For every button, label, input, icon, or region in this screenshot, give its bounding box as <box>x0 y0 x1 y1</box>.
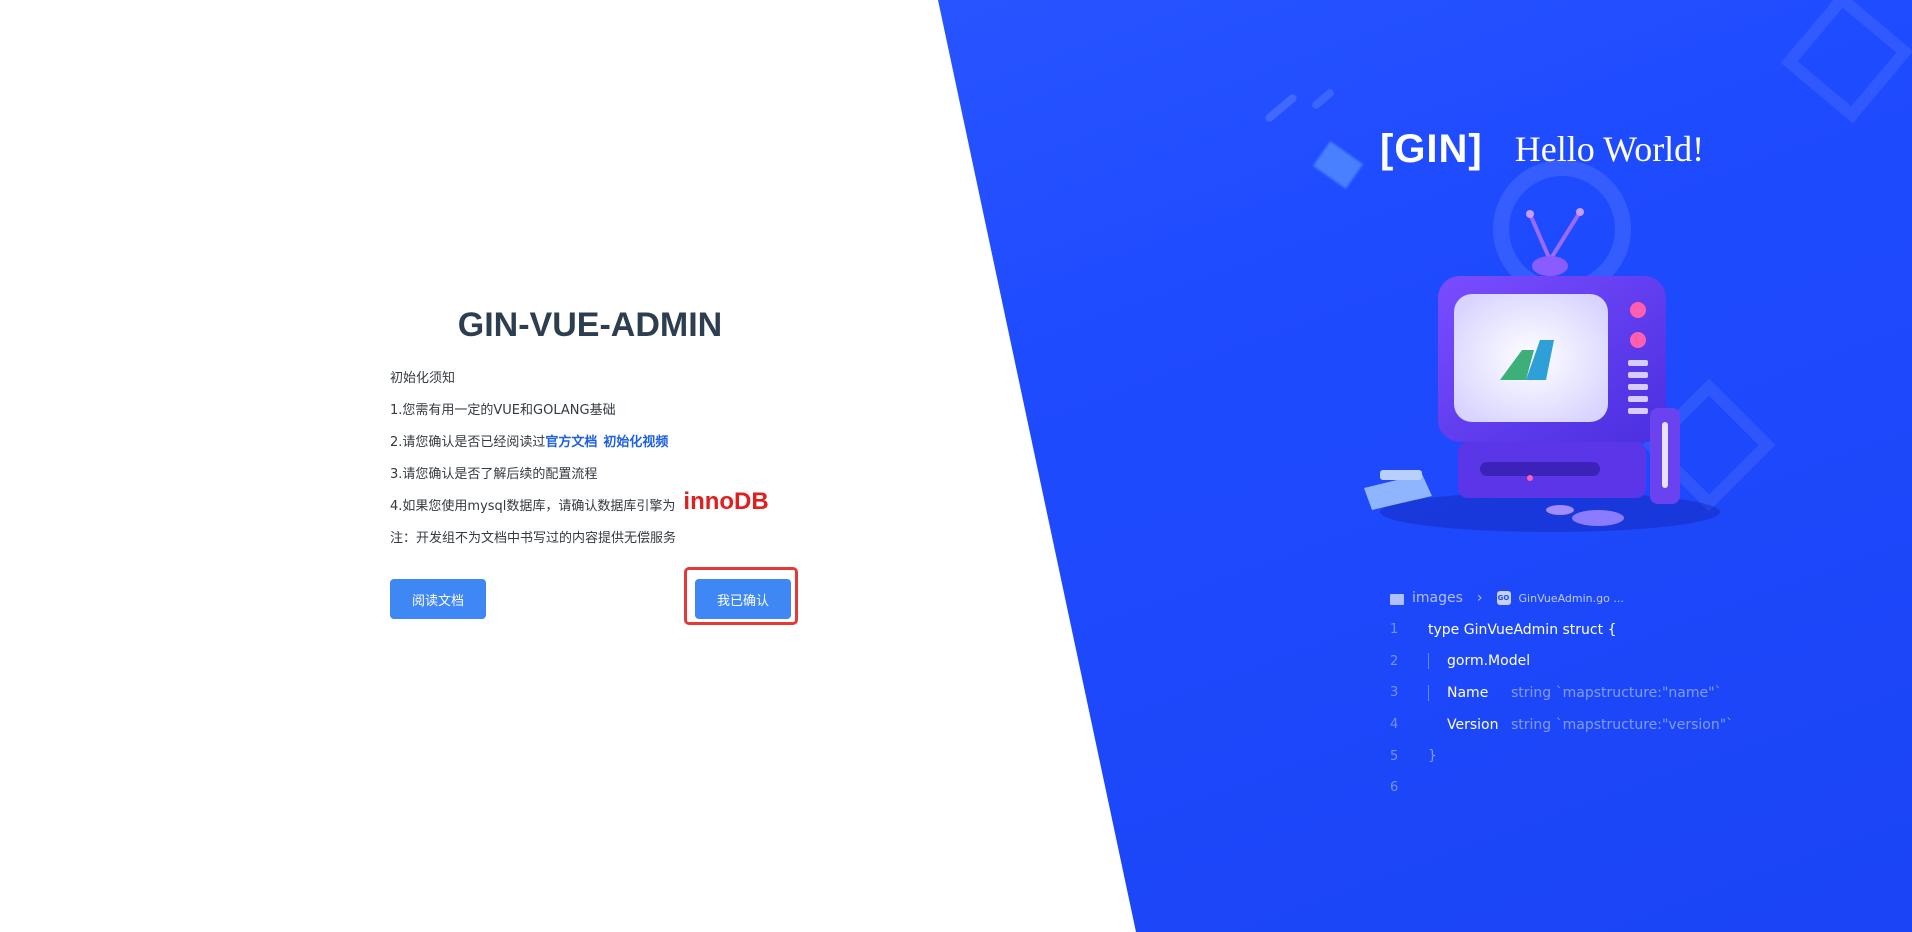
code-field: Version <box>1447 716 1499 733</box>
page-title: GIN-VUE-ADMIN <box>457 306 723 344</box>
init-notice: 初始化须知 1.您需有用一定的VUE和GOLANG基础 2.请您确认是否已经阅读… <box>390 360 820 552</box>
code-field: gorm.Model <box>1447 653 1531 670</box>
code-tag: string `mapstructure:"name"` <box>1511 684 1722 701</box>
line-number: 5 <box>1390 748 1399 764</box>
decorative-streak <box>1263 92 1299 124</box>
notice-note: 注：开发组不为文档中书写过的内容提供无偿服务 <box>390 530 677 546</box>
read-docs-button[interactable]: 阅读文档 <box>390 579 486 619</box>
line-number: 1 <box>1390 622 1399 638</box>
code-text: } <box>1428 748 1437 765</box>
notice-heading: 初始化须知 <box>390 370 456 386</box>
code-indent: gorm.Model <box>1428 653 1531 670</box>
line-number: 6 <box>1390 780 1399 796</box>
code-lines: 1 type GinVueAdmin struct { 2 gorm.Model… <box>1390 614 1860 804</box>
code-line: 2 gorm.Model <box>1390 646 1860 678</box>
code-line: 1 type GinVueAdmin struct { <box>1390 614 1860 646</box>
official-docs-link[interactable]: 官方文档 <box>545 431 597 450</box>
code-indent: Name string `mapstructure:"name"` <box>1428 684 1722 701</box>
decorative-streak <box>1310 87 1336 111</box>
init-video-link[interactable]: 初始化视频 <box>603 431 668 450</box>
code-snippet: images › GO GinVueAdmin.go ... 1 type Gi… <box>1390 586 1860 804</box>
line-number: 2 <box>1390 653 1399 669</box>
code-line: 3 Name string `mapstructure:"name"` <box>1390 677 1860 709</box>
decorative-triangle <box>1780 0 1912 124</box>
breadcrumb-folder: images <box>1412 590 1463 606</box>
line-number: 3 <box>1390 685 1399 701</box>
notice-step-4: 4.如果您使用mysql数据库，请确认数据库引擎为 innoDB <box>390 488 820 520</box>
gin-logo: [GIN] <box>1380 126 1483 171</box>
notice-step-2: 2.请您确认是否已经阅读过 官方文档 初始化视频 <box>390 424 820 456</box>
code-line: 6 <box>1390 772 1860 804</box>
innodb-highlight: innoDB <box>683 488 769 515</box>
notice-step-2-text: 2.请您确认是否已经阅读过 <box>390 434 546 450</box>
line-number: 4 <box>1390 717 1399 733</box>
retro-tv-illustration <box>1364 208 1720 532</box>
breadcrumb-file: GinVueAdmin.go ... <box>1518 591 1624 605</box>
decorative-cube <box>1313 141 1363 189</box>
chevron-right-icon: › <box>1476 590 1483 606</box>
code-indent: Version string `mapstructure:"version"` <box>1428 717 1733 733</box>
code-tag: string `mapstructure:"version"` <box>1511 716 1734 733</box>
code-line: 5 } <box>1390 740 1860 772</box>
hero-title: [GIN] Hello World! <box>1380 124 1704 174</box>
notice-step-4-text: 4.如果您使用mysql数据库，请确认数据库引擎为 <box>390 498 676 514</box>
notice-step-1: 1.您需有用一定的VUE和GOLANG基础 <box>390 402 616 418</box>
code-line: 4 Version string `mapstructure:"version"` <box>1390 709 1860 741</box>
folder-icon <box>1390 593 1404 605</box>
notice-step-3: 3.请您确认是否了解后续的配置流程 <box>390 466 598 482</box>
hello-world-text: Hello World! <box>1514 129 1705 169</box>
code-text: type GinVueAdmin struct { <box>1428 621 1617 638</box>
code-field: Name <box>1447 684 1489 701</box>
hero-panel: [GIN] Hello World! images › GO GinVueAdm… <box>938 0 1912 932</box>
confirm-button[interactable]: 我已确认 <box>695 579 791 619</box>
go-file-icon: GO <box>1496 591 1511 605</box>
code-breadcrumb: images › GO GinVueAdmin.go ... <box>1390 586 1860 610</box>
